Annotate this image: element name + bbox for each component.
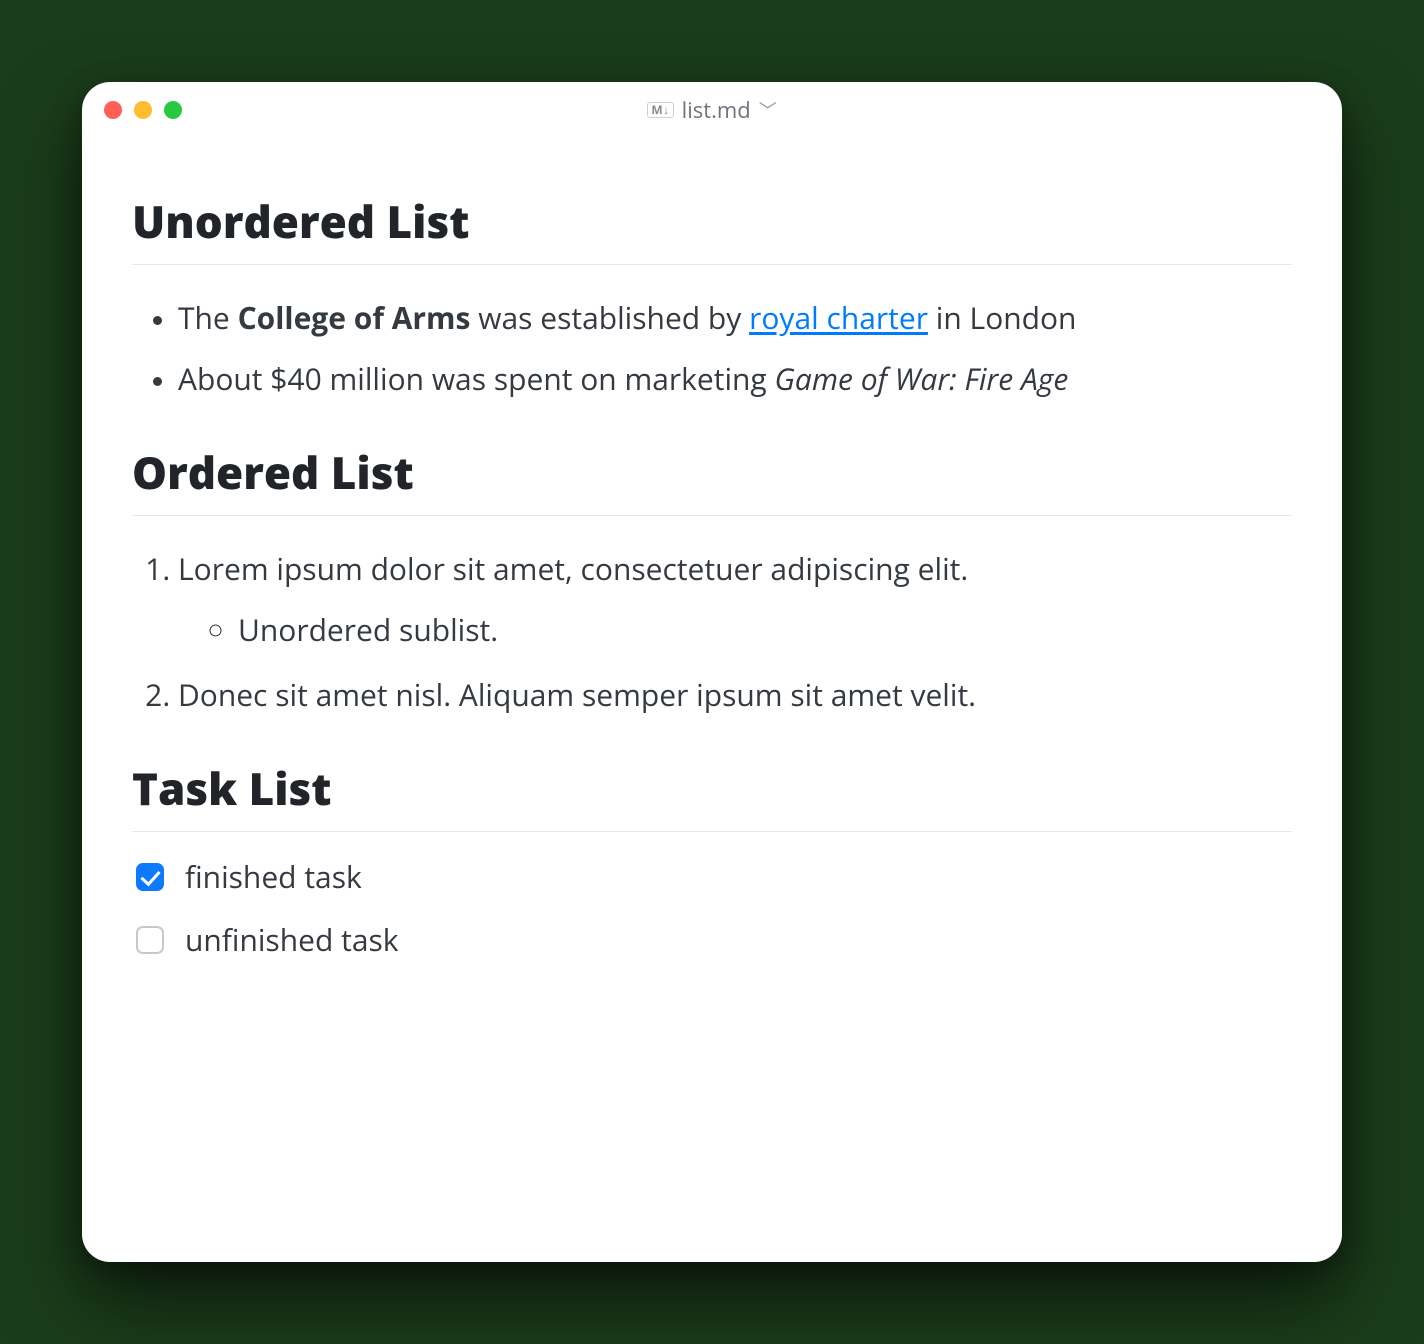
markdown-filetype-icon: M↓	[647, 102, 673, 118]
unordered-sublist: Unordered sublist.	[178, 603, 1292, 656]
task-list: finished task unfinished task	[132, 854, 1292, 962]
close-window-button[interactable]	[104, 101, 122, 119]
text-run: Lorem ipsum dolor sit amet, consectetuer…	[178, 548, 968, 589]
task-checkbox-finished[interactable]	[136, 863, 164, 891]
unordered-list: The College of Arms was established by r…	[132, 287, 1292, 409]
task-item[interactable]: unfinished task	[132, 917, 1292, 962]
list-item: Unordered sublist.	[238, 603, 1292, 656]
heading-task-list: Task List	[132, 755, 1292, 832]
link-royal-charter[interactable]: royal charter	[749, 297, 928, 338]
text-run: Donec sit amet nisl. Aliquam semper ipsu…	[178, 674, 976, 715]
ordered-list: Lorem ipsum dolor sit amet, consectetuer…	[132, 538, 1292, 725]
minimize-window-button[interactable]	[134, 101, 152, 119]
titlebar: M↓ list.md ﹀	[82, 82, 1342, 138]
italic-text: Game of War: Fire Age	[775, 358, 1069, 399]
task-item[interactable]: finished task	[132, 854, 1292, 899]
task-label: finished task	[185, 854, 362, 899]
heading-unordered-list: Unordered List	[132, 188, 1292, 265]
traffic-lights	[104, 101, 182, 119]
chevron-down-icon: ﹀	[759, 97, 777, 123]
text-run: Unordered sublist.	[238, 609, 498, 650]
list-item: The College of Arms was established by r…	[178, 287, 1292, 348]
zoom-window-button[interactable]	[164, 101, 182, 119]
task-label: unfinished task	[185, 917, 399, 962]
list-item: Lorem ipsum dolor sit amet, consectetuer…	[178, 538, 1292, 664]
app-window: M↓ list.md ﹀ Unordered List The College …	[82, 82, 1342, 1262]
task-checkbox-unfinished[interactable]	[136, 926, 164, 954]
text-run: The	[178, 297, 238, 338]
list-item: About $40 million was spent on marketing…	[178, 348, 1292, 409]
heading-ordered-list: Ordered List	[132, 439, 1292, 516]
list-item: Donec sit amet nisl. Aliquam semper ipsu…	[178, 664, 1292, 725]
text-run: was established by	[470, 297, 749, 338]
text-run: About $40 million was spent on marketing	[178, 358, 775, 399]
bold-text: College of Arms	[238, 297, 471, 338]
document-content[interactable]: Unordered List The College of Arms was e…	[82, 138, 1342, 1262]
text-run: in London	[928, 297, 1076, 338]
document-title: list.md	[682, 95, 751, 125]
